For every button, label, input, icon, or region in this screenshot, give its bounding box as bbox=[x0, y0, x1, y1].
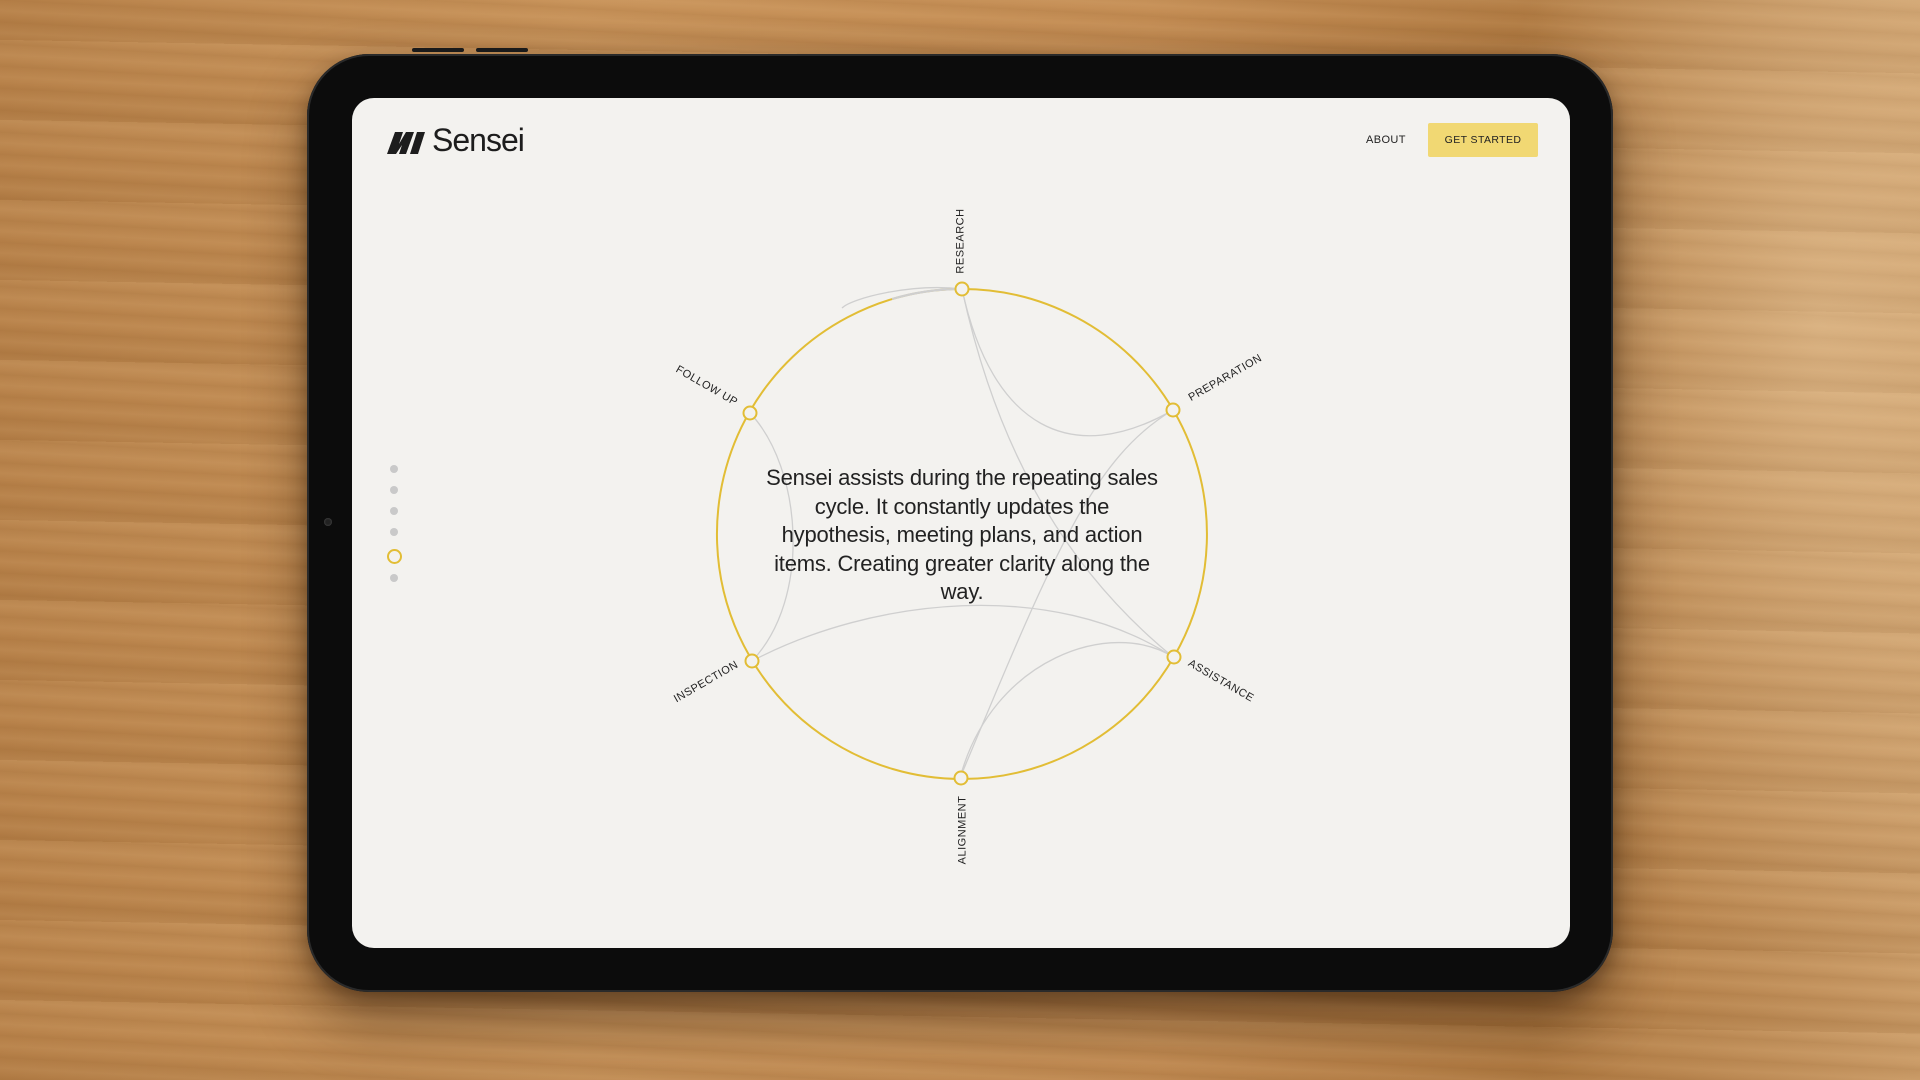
node-follow-up[interactable] bbox=[742, 405, 758, 421]
node-alignment[interactable] bbox=[953, 770, 969, 786]
connector-assistance-alignment bbox=[959, 642, 1174, 779]
node-preparation[interactable] bbox=[1165, 402, 1181, 418]
volume-button bbox=[412, 48, 464, 52]
node-research[interactable] bbox=[954, 281, 970, 297]
stage-label-research: RESEARCH bbox=[954, 208, 967, 274]
power-button bbox=[476, 48, 528, 52]
node-assistance[interactable] bbox=[1166, 649, 1182, 665]
camera-icon bbox=[324, 518, 332, 526]
cycle-description: Sensei assists during the repeating sale… bbox=[766, 465, 1158, 604]
app-screen: Sensei ABOUT GET STARTED RESEARCH PREPAR… bbox=[352, 98, 1570, 948]
connector-research-preparation bbox=[961, 288, 1174, 437]
stage-label-alignment: ALIGNMENT bbox=[956, 795, 969, 865]
connector-assistance-inspection bbox=[751, 604, 1174, 662]
node-inspection[interactable] bbox=[744, 653, 760, 669]
